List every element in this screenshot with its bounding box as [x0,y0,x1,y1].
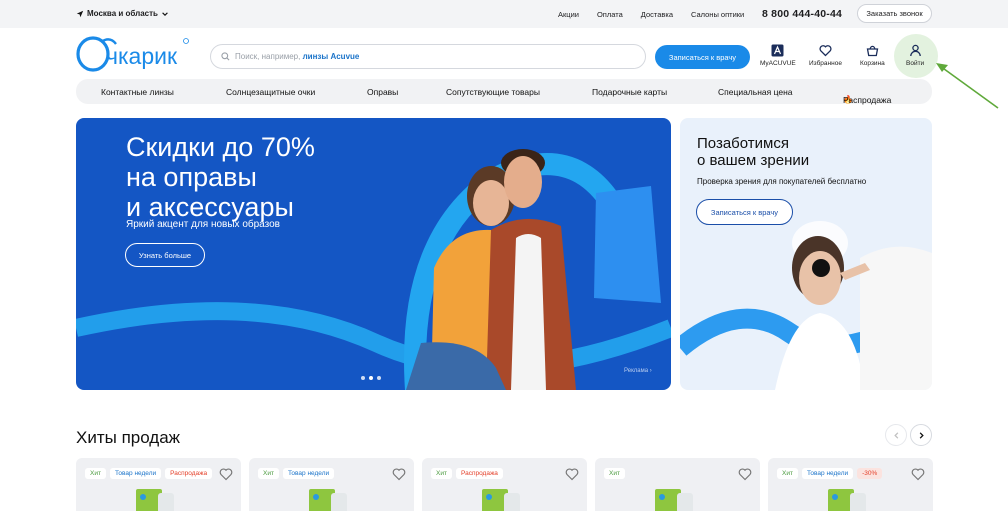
link-payment[interactable]: Оплата [597,10,623,19]
product-tag: Товар недели [282,468,335,479]
carousel-next-button[interactable] [910,424,932,446]
chevron-right-icon [919,431,924,439]
annotation-arrow [936,63,999,109]
side-book-doctor-button[interactable]: Записаться к врачу [696,199,793,225]
side-banner-title: Позаботимся о вашем зрении [697,135,810,169]
login-label: Войти [906,60,925,67]
nav-special-price[interactable]: Специальная цена [718,87,793,97]
product-image[interactable] [478,485,526,511]
search-placeholder: Поиск, например, линзы Acuvue [235,52,360,61]
product-card[interactable]: Хит Товар недели -30% [768,458,933,511]
product-card[interactable]: Хит Товар недели Распродажа [76,458,241,511]
carousel-dot[interactable] [377,376,381,380]
site-logo[interactable]: чкарик [76,34,190,74]
product-tags: Хит Товар недели [258,468,335,479]
product-tags: Хит Товар недели Распродажа [85,468,213,479]
myacuvue-label: MyACUVUE [760,60,796,67]
callback-button[interactable]: Заказать звонок [857,4,932,23]
product-card[interactable]: Хит [595,458,760,511]
product-image[interactable] [824,485,872,511]
favorite-heart-icon[interactable] [911,467,925,481]
product-tag: Хит [85,468,106,479]
chevron-right-icon: › [649,368,652,374]
basket-icon [866,45,879,57]
link-delivery[interactable]: Доставка [641,10,673,19]
product-tag: Хит [604,468,625,479]
cart-link[interactable]: Корзина [860,44,885,67]
product-tag: Распродажа [165,468,213,479]
product-image[interactable] [132,485,180,511]
product-tag: Хит [431,468,452,479]
banner-title: Скидки до 70% на оправы и аксессуары [126,132,315,222]
phone-number[interactable]: 8 800 444-40-44 [762,8,842,20]
product-tag: Товар недели [801,468,854,479]
top-utility-bar: Москва и область Акции Оплата Доставка С… [0,0,1008,28]
cart-label: Корзина [860,60,885,67]
favorite-heart-icon[interactable] [392,467,406,481]
nav-contact-lenses[interactable]: Контактные линзы [101,87,174,97]
section-title-hits: Хиты продаж [76,428,181,447]
location-selector[interactable]: Москва и область [76,9,169,18]
promo-banner[interactable]: Скидки до 70% на оправы и аксессуары Ярк… [76,118,671,390]
nav-accessories[interactable]: Сопутствующие товары [446,87,540,97]
carousel-dots[interactable] [361,376,381,380]
nav-sale-label: Распродажа [843,95,892,105]
myacuvue-link[interactable]: MyACUVUE [760,44,796,67]
link-promotions[interactable]: Акции [558,10,579,19]
product-tags: Хит Товар недели -30% [777,468,883,479]
chevron-left-icon [893,431,898,439]
search-icon [221,52,230,61]
product-card[interactable]: Хит Товар недели [249,458,414,511]
nav-gift-cards[interactable]: Подарочные карты [592,87,667,97]
nav-frames[interactable]: Оправы [367,87,398,97]
location-arrow-icon [76,10,84,17]
category-nav: Контактные линзы Солнцезащитные очки Опр… [76,79,932,105]
search-input[interactable]: Поиск, например, линзы Acuvue [210,44,646,69]
carousel-dot[interactable] [369,376,373,380]
favorites-link[interactable]: Избранное [809,44,842,67]
side-banner-text: Проверка зрения для покупателей бесплатн… [697,177,867,186]
user-icon [909,44,921,57]
product-image[interactable] [651,485,699,511]
product-tag: Распродажа [455,468,503,479]
favorites-label: Избранное [809,60,842,67]
product-tag: Хит [777,468,798,479]
chevron-down-icon [162,11,168,16]
product-tag: Хит [258,468,279,479]
book-doctor-button[interactable]: Записаться к врачу [655,45,750,69]
favorite-heart-icon[interactable] [565,467,579,481]
favorite-heart-icon[interactable] [738,467,752,481]
eye-exam-banner[interactable]: Позаботимся о вашем зрении Проверка зрен… [680,118,932,390]
favorite-heart-icon[interactable] [219,467,233,481]
product-tag: Товар недели [109,468,162,479]
product-tags: Хит Распродажа [431,468,503,479]
link-salons[interactable]: Салоны оптики [691,10,744,19]
nav-sunglasses[interactable]: Солнцезащитные очки [226,87,315,97]
learn-more-button[interactable]: Узнать больше [125,243,205,267]
login-link[interactable]: Войти [906,44,924,67]
product-card[interactable]: Хит Распродажа [422,458,587,511]
carousel-prev-button[interactable] [885,424,907,446]
heart-icon [819,45,832,57]
logo-wordmark: чкарик [106,43,178,69]
ad-label[interactable]: Реклама › [624,368,652,374]
carousel-dot[interactable] [361,376,365,380]
product-tag: -30% [857,468,883,479]
product-tags: Хит [604,468,625,479]
product-image[interactable] [305,485,353,511]
location-label: Москва и область [87,9,158,18]
acuvue-icon [771,44,784,57]
banner-subtitle: Яркий акцент для новых образов [126,219,280,230]
top-links: Акции Оплата Доставка Салоны оптики [558,10,744,19]
